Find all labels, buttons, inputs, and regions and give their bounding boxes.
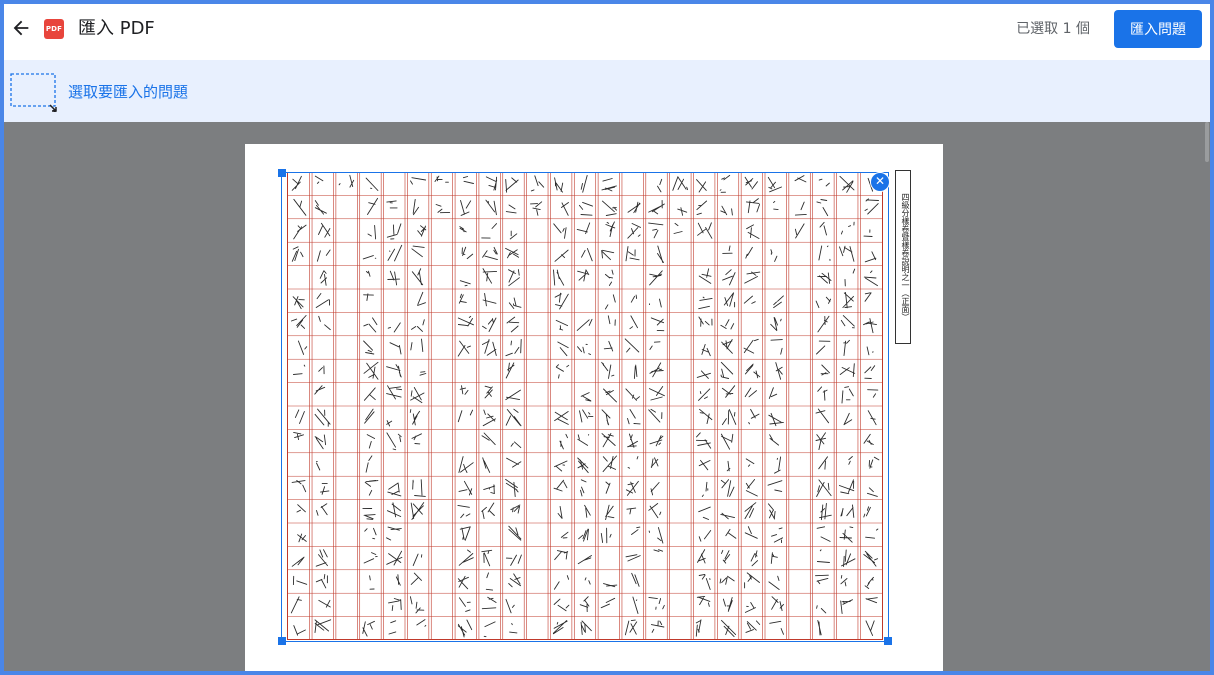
back-button[interactable] [10, 17, 32, 39]
import-questions-button[interactable]: 匯入問題 [1114, 10, 1202, 48]
select-area-icon [10, 73, 57, 112]
instruction-bar: 選取要匯入的問題 [4, 60, 1210, 122]
side-label: 四級分樣卷暨樣卷說明之一（正面） [895, 170, 911, 344]
top-bar: PDF 匯入 PDF 已選取 1 個 匯入問題 [4, 4, 1210, 61]
instruction-text: 選取要匯入的問題 [68, 83, 189, 101]
arrow-left-icon [13, 20, 29, 36]
selected-count: 已選取 1 個 [1016, 21, 1090, 37]
pdf-file-icon: PDF [44, 19, 64, 39]
selection-box[interactable] [278, 169, 892, 645]
import-pdf-window: PDF 匯入 PDF 已選取 1 個 匯入問題 選取要匯入的問題 四級分樣卷暨樣… [4, 4, 1210, 671]
page-title: 匯入 PDF [78, 18, 155, 39]
resize-handle-bottom-left[interactable] [278, 637, 286, 645]
resize-handle-bottom-right[interactable] [884, 637, 892, 645]
resize-handle-top-left[interactable] [278, 169, 286, 177]
pdf-viewer[interactable]: 四級分樣卷暨樣卷說明之一（正面） ✕ [4, 122, 1210, 671]
viewer-scrollbar[interactable] [1205, 122, 1209, 162]
remove-selection-button[interactable]: ✕ [870, 172, 890, 192]
